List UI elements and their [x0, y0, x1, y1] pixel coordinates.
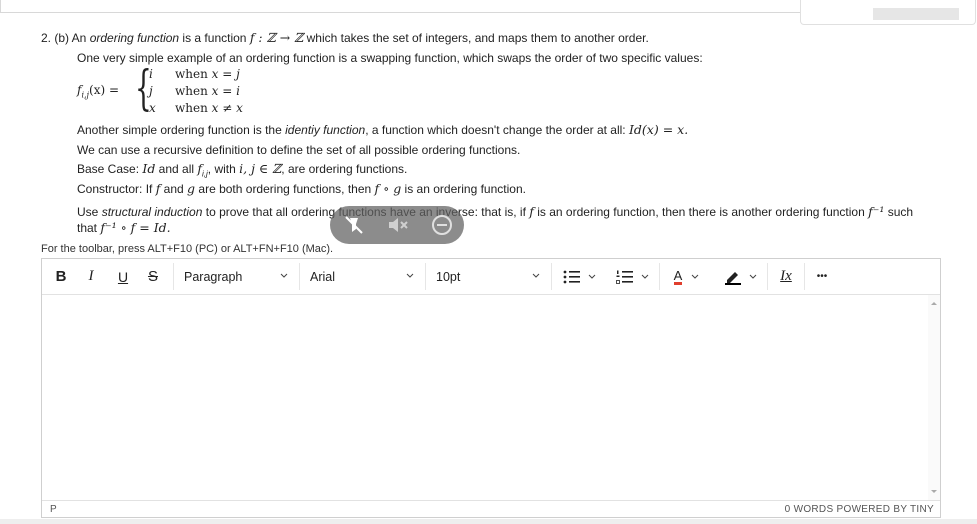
bullet-list-button[interactable] — [557, 259, 603, 294]
text-color-button[interactable]: A — [664, 259, 710, 294]
task-line-2: that f⁻¹ ∘ f = Id. — [77, 220, 171, 235]
toolbar-separator — [173, 263, 174, 290]
swap-description: One very simple example of an ordering f… — [77, 51, 703, 65]
chevron-down-icon — [532, 273, 540, 278]
statusbar-right: 0 WORDS POWERED BY TINY — [785, 504, 934, 515]
toolbar-separator — [659, 263, 660, 290]
text-color-icon: A — [673, 267, 683, 285]
italic-button[interactable]: I — [80, 259, 102, 294]
editor-scrollbar[interactable] — [928, 295, 940, 500]
editor-statusbar: P 0 WORDS POWERED BY TINY — [42, 500, 940, 518]
question-header: 2. (b) An ordering function is a functio… — [41, 30, 649, 45]
constructor-rule: Constructor: If f and g are both orderin… — [77, 181, 526, 196]
rich-text-editor: B I U S Paragraph Arial 10pt A Ix ••• P … — [41, 258, 941, 518]
media-controls-overlay — [330, 206, 464, 244]
strikethrough-button[interactable]: S — [142, 259, 164, 294]
toolbar-separator — [767, 263, 768, 290]
highlight-color-button[interactable] — [718, 259, 764, 294]
block-format-select[interactable]: Paragraph — [184, 259, 296, 294]
toolbar-separator — [425, 263, 426, 290]
element-path[interactable]: P — [50, 504, 57, 515]
toolbar-hint: For the toolbar, press ALT+F10 (PC) or A… — [41, 243, 334, 255]
task-line: Use structural induction to prove that a… — [77, 204, 914, 219]
toolbar-separator — [804, 263, 805, 290]
bold-button[interactable]: B — [50, 259, 72, 294]
scroll-down-icon[interactable] — [928, 488, 940, 496]
block-format-value: Paragraph — [184, 269, 243, 284]
chevron-down-icon — [749, 274, 757, 279]
piecewise-row: x when x ≠ x — [149, 101, 243, 115]
swap-function-definition: fi,j(x) = { i when x = j j when x = i x whe… — [77, 62, 277, 118]
chevron-down-icon — [691, 274, 699, 279]
font-family-select[interactable]: Arial — [310, 259, 422, 294]
mic-off-icon[interactable] — [342, 213, 366, 237]
piecewise-row: i when x = j — [149, 67, 240, 81]
editor-toolbar: B I U S Paragraph Arial 10pt A Ix ••• — [42, 259, 940, 295]
mute-icon[interactable] — [386, 213, 410, 237]
chevron-down-icon — [588, 274, 596, 279]
toolbar-separator — [299, 263, 300, 290]
numbered-list-icon — [616, 270, 633, 284]
font-size-select[interactable]: 10pt — [436, 259, 548, 294]
highlighter-icon — [725, 271, 741, 285]
more-options-button[interactable]: ••• — [808, 259, 836, 294]
scroll-up-icon[interactable] — [928, 299, 940, 307]
powered-by-link[interactable]: POWERED BY TINY — [837, 504, 934, 515]
word-count[interactable]: 0 WORDS — [785, 504, 834, 515]
identity-description: Another simple ordering function is the … — [77, 122, 689, 137]
page-bottom-strip — [0, 519, 977, 524]
piecewise-lhs: fi,j(x) = — [77, 83, 120, 100]
chevron-down-icon — [406, 273, 414, 278]
clear-formatting-button[interactable]: Ix — [772, 259, 800, 294]
editor-content-area[interactable] — [42, 295, 940, 500]
piecewise-row: j when x = i — [149, 84, 240, 98]
font-family-value: Arial — [310, 269, 336, 284]
recursive-description: We can use a recursive definition to def… — [77, 143, 521, 157]
underline-button[interactable]: U — [112, 259, 134, 294]
base-case: Base Case: Id and all fi,j, with i, j ∈ … — [77, 161, 408, 179]
toolbar-separator — [551, 263, 552, 290]
font-size-value: 10pt — [436, 269, 461, 284]
numbered-list-button[interactable] — [610, 259, 656, 294]
minus-circle-icon[interactable] — [430, 213, 454, 237]
chevron-down-icon — [280, 273, 288, 278]
top-right-button[interactable] — [873, 8, 959, 20]
chevron-down-icon — [641, 274, 649, 279]
clear-formatting-icon: Ix — [780, 268, 792, 284]
bullet-list-icon — [563, 270, 580, 283]
